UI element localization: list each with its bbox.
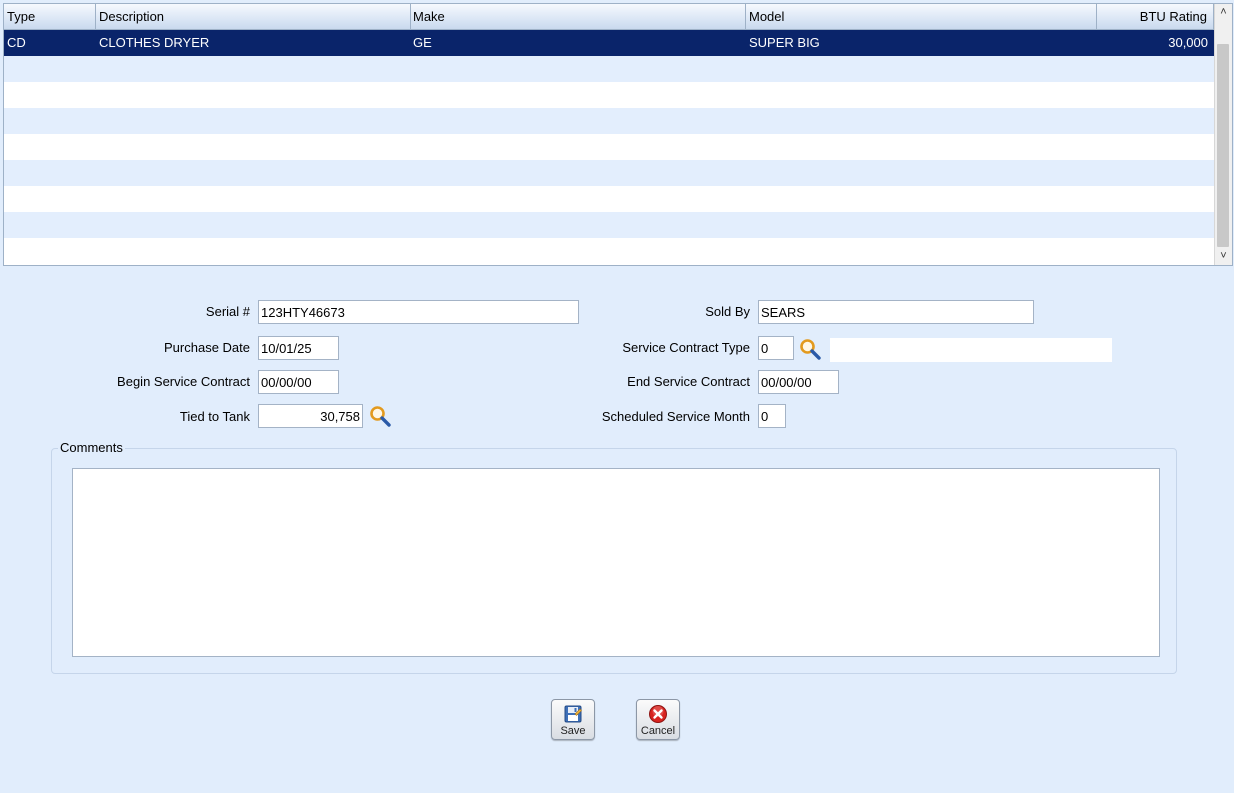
- cell-type: CD: [7, 35, 26, 50]
- purchase-date-input[interactable]: [258, 336, 339, 360]
- cell-btu-rating: 30,000: [1168, 35, 1208, 50]
- service-contract-type-description: [830, 338, 1112, 362]
- tied-to-tank-input[interactable]: [258, 404, 363, 428]
- empty-row: [4, 212, 1214, 238]
- serial-label: Serial #: [205, 304, 250, 319]
- begin-service-contract-label: Begin Service Contract: [117, 374, 250, 389]
- scroll-thumb[interactable]: [1217, 44, 1229, 247]
- scroll-down-icon[interactable]: ˅: [1215, 248, 1232, 265]
- cell-make: GE: [413, 35, 432, 50]
- floppy-save-icon: [564, 705, 582, 723]
- grid-vertical-scrollbar[interactable]: ˄ ˅: [1214, 4, 1232, 265]
- column-header-type[interactable]: Type: [4, 4, 96, 29]
- equipment-grid[interactable]: Type Description Make Model BTU Rating C…: [3, 3, 1233, 266]
- comments-textarea[interactable]: [72, 468, 1160, 657]
- end-service-contract-label: End Service Contract: [627, 374, 750, 389]
- empty-row: [4, 134, 1214, 160]
- save-button-label: Save: [560, 725, 586, 737]
- column-header-make[interactable]: Make: [410, 4, 746, 29]
- column-header-model[interactable]: Model: [746, 4, 1097, 29]
- service-contract-type-label: Service Contract Type: [622, 340, 750, 355]
- sold-by-label: Sold By: [705, 304, 750, 319]
- empty-row: [4, 82, 1214, 108]
- tied-to-tank-label: Tied to Tank: [179, 409, 250, 424]
- table-row[interactable]: CD CLOTHES DRYER GE SUPER BIG 30,000: [4, 30, 1214, 56]
- serial-input[interactable]: [258, 300, 579, 324]
- empty-row: [4, 108, 1214, 134]
- sold-by-input[interactable]: [758, 300, 1034, 324]
- cancel-button[interactable]: Cancel: [636, 699, 680, 740]
- end-service-contract-input[interactable]: [758, 370, 839, 394]
- empty-row: [4, 160, 1214, 186]
- empty-row: [4, 186, 1214, 212]
- magnifier-icon[interactable]: [369, 405, 391, 427]
- purchase-date-label: Purchase Date: [164, 340, 250, 355]
- magnifier-icon[interactable]: [799, 338, 821, 360]
- column-header-btu-rating[interactable]: BTU Rating: [1097, 4, 1214, 29]
- scroll-up-icon[interactable]: ˄: [1215, 4, 1232, 21]
- begin-service-contract-input[interactable]: [258, 370, 339, 394]
- cell-description: CLOTHES DRYER: [99, 35, 210, 50]
- comments-legend: Comments: [58, 440, 125, 455]
- red-x-icon: [649, 705, 667, 723]
- grid-header: Type Description Make Model BTU Rating: [4, 4, 1214, 30]
- scheduled-service-month-label: Scheduled Service Month: [601, 409, 750, 424]
- cell-model: SUPER BIG: [749, 35, 820, 50]
- empty-row: [4, 56, 1214, 82]
- cancel-button-label: Cancel: [640, 725, 676, 737]
- column-header-description[interactable]: Description: [96, 4, 411, 29]
- scheduled-service-month-input[interactable]: [758, 404, 786, 428]
- save-button[interactable]: Save: [551, 699, 595, 740]
- empty-row: [4, 238, 1214, 264]
- service-contract-type-input[interactable]: [758, 336, 794, 360]
